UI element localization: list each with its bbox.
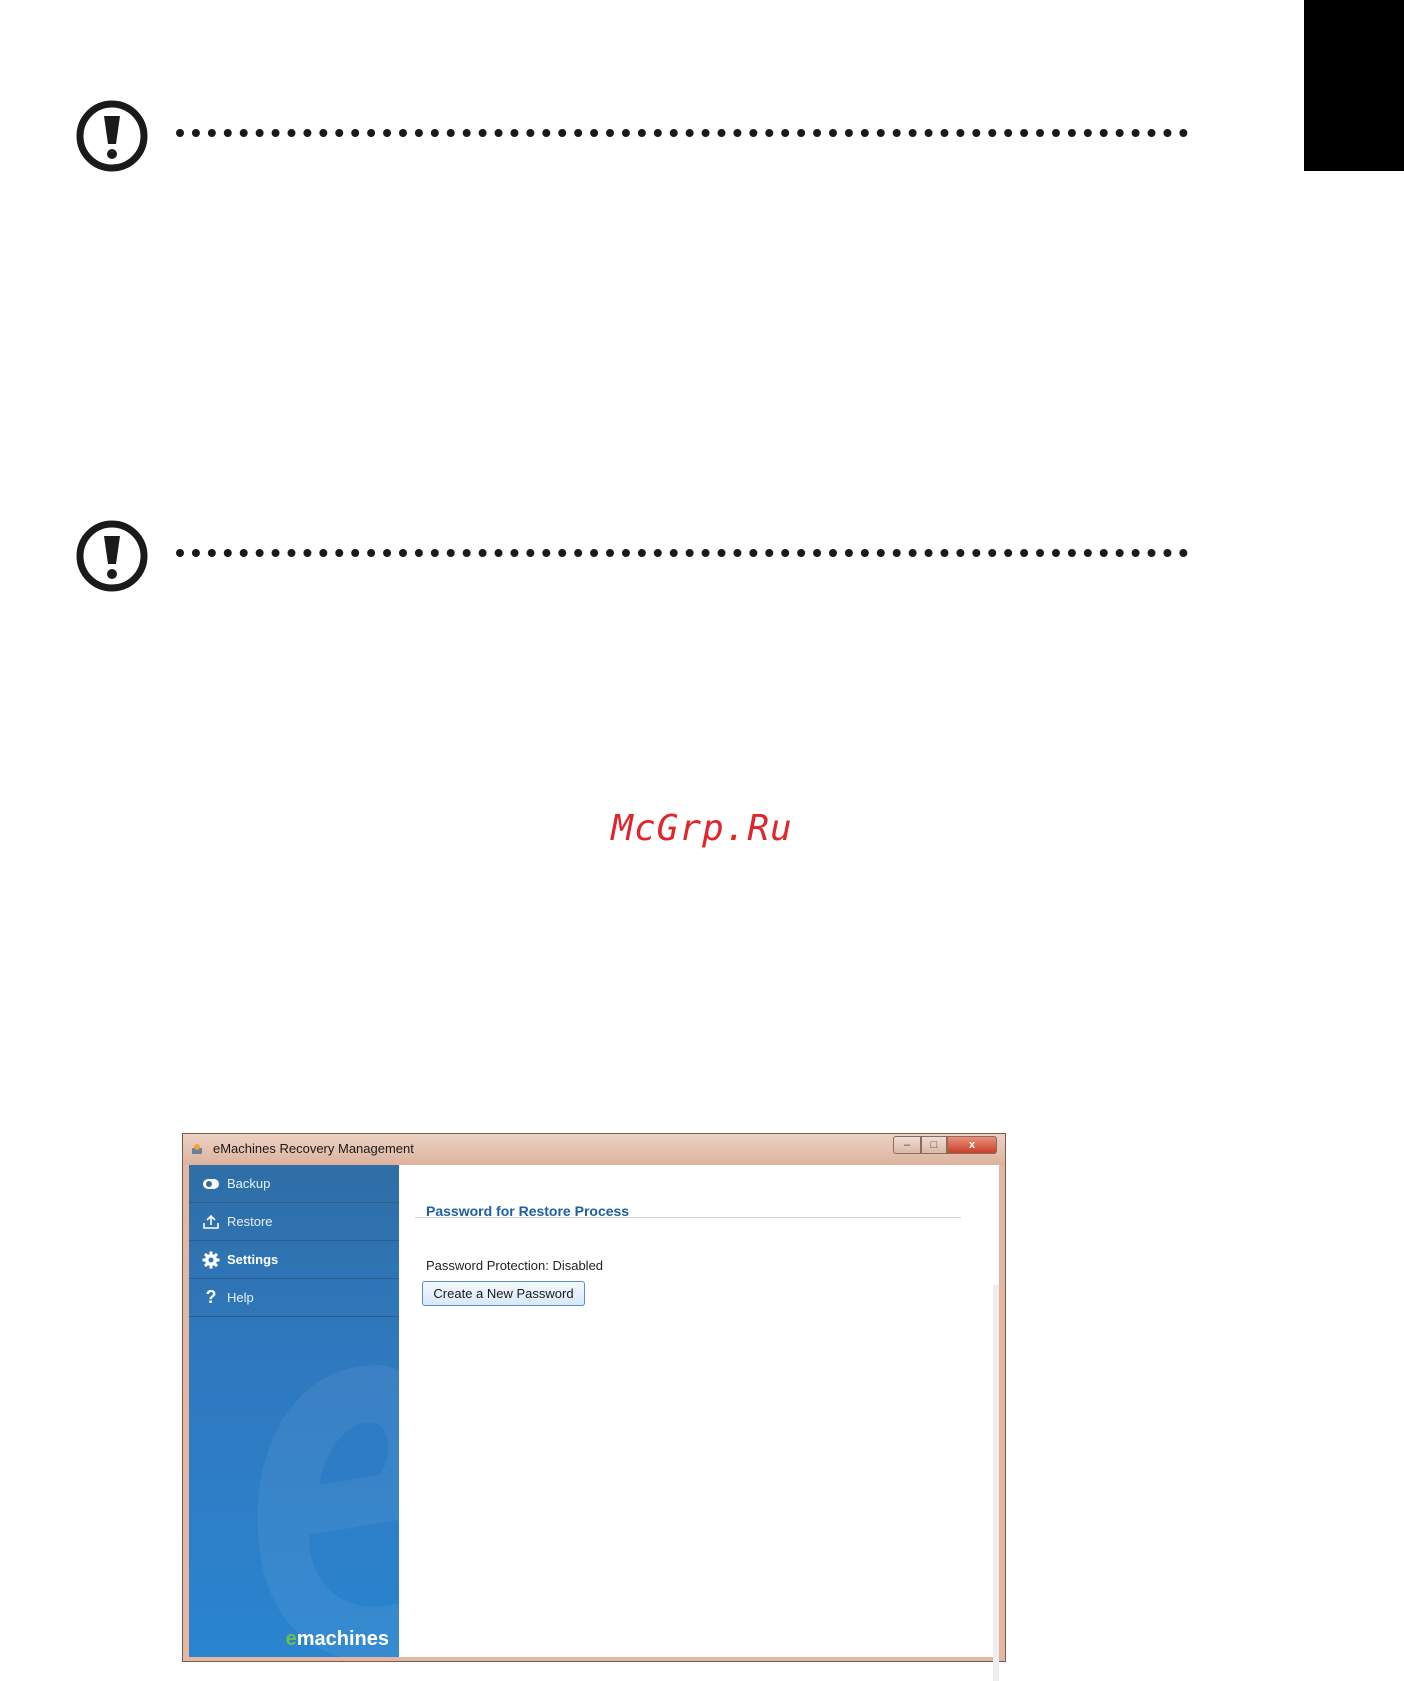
sidebar-item-help[interactable]: ? Help [189,1279,399,1317]
question-icon: ? [205,1287,217,1307]
recovery-management-window: eMachines Recovery Management – □ x Back… [182,1133,1006,1681]
sidebar-item-backup[interactable]: Backup [189,1165,399,1203]
divider [415,1217,961,1218]
content-panel: Password for Restore Process Password Pr… [399,1165,999,1681]
dotted-rule [176,129,1188,137]
sidebar-item-label: Backup [227,1176,271,1191]
sidebar-item-settings[interactable]: Settings [189,1241,399,1279]
emachines-logo: emachines [285,1628,389,1650]
restore-icon [201,1214,221,1230]
sidebar: Backup Restore Settings ? Help emachines [189,1165,399,1657]
window-title: eMachines Recovery Management [213,1141,414,1156]
backup-icon [201,1177,221,1191]
sidebar-item-label: Settings [227,1252,279,1267]
app-icon [192,1144,202,1154]
minimize-button[interactable]: – [893,1136,921,1154]
sidebar-item-label: Restore [227,1214,273,1229]
maximize-button[interactable]: □ [921,1136,947,1154]
sidebar-item-label: Help [227,1290,254,1305]
warning-icon [76,520,148,592]
sidebar-item-restore[interactable]: Restore [189,1203,399,1241]
title-bar[interactable]: eMachines Recovery Management – □ x [183,1134,1005,1165]
page-edge-tab [1304,0,1404,171]
gear-icon [201,1251,221,1269]
watermark: McGrp.Ru [611,808,793,849]
password-status: Password Protection: Disabled [426,1258,604,1273]
warning-icon [76,100,148,172]
create-password-button[interactable]: Create a New Password [422,1281,585,1306]
scrollbar[interactable] [993,1285,999,1681]
dotted-rule [176,549,1188,557]
e-logo-watermark-icon [257,1365,399,1657]
close-button[interactable]: x [947,1136,997,1154]
